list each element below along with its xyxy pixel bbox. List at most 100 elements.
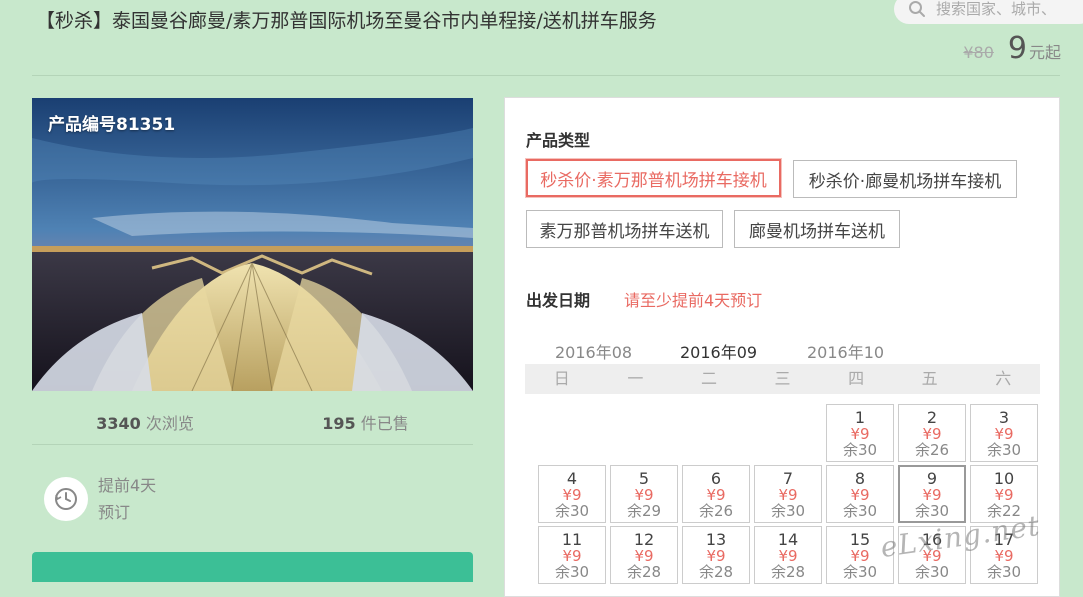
weekday-mon: 一	[627, 369, 644, 388]
day-remaining: 余30	[770, 502, 806, 520]
calendar-day[interactable]: 13 ¥9 余28	[682, 526, 750, 584]
price-unit: 元起	[1028, 43, 1061, 62]
advance-booking-label: 预订	[98, 503, 131, 522]
advance-days: 提前4天	[98, 476, 157, 495]
calendar-day[interactable]: 5 ¥9 余29	[610, 465, 678, 523]
search-input[interactable]	[934, 0, 1083, 19]
day-number: 5	[638, 469, 650, 488]
day-remaining: 余29	[626, 502, 662, 520]
day-remaining: 余30	[986, 563, 1022, 581]
stats-divider	[32, 444, 473, 445]
calendar-day[interactable]: 3 ¥9 余30	[970, 404, 1038, 462]
day-remaining: 余30	[914, 502, 950, 520]
calendar-day[interactable]: 14 ¥9 余28	[754, 526, 822, 584]
views-label: 次浏览	[145, 414, 194, 433]
day-remaining: 余30	[986, 441, 1022, 459]
day-number: 10	[993, 469, 1015, 488]
day-price: ¥9	[706, 547, 726, 565]
day-number: 13	[705, 530, 727, 549]
day-number: 3	[998, 408, 1010, 427]
type-option-suvarnabhumi-pickup[interactable]: 秒杀价·素万那普机场拼车接机	[526, 159, 781, 197]
sale-price: 9 元起	[1008, 31, 1061, 66]
calendar-day[interactable]: 7 ¥9 余30	[754, 465, 822, 523]
day-number: 11	[561, 530, 583, 549]
weekday-sun: 日	[553, 369, 570, 388]
day-price: ¥9	[922, 425, 942, 443]
day-number: 12	[633, 530, 655, 549]
calendar-day[interactable]: 11 ¥9 余30	[538, 526, 606, 584]
month-tab-2016-10[interactable]: 2016年10	[807, 339, 884, 367]
product-stats: 3340 次浏览 195 件已售	[32, 410, 473, 434]
weekday-header: 日 一 二 三 四 五 六	[525, 364, 1040, 394]
day-number: 9	[926, 469, 938, 488]
advance-booking-note: 提前4天 预订	[44, 472, 156, 526]
day-price: ¥9	[778, 547, 798, 565]
day-price: ¥9	[778, 486, 798, 504]
day-price: ¥9	[634, 547, 654, 565]
day-price: ¥9	[562, 486, 582, 504]
day-price: ¥9	[706, 486, 726, 504]
day-price: ¥9	[994, 486, 1014, 504]
search-icon	[909, 1, 925, 17]
calendar-day-highlighted[interactable]: 9 ¥9 余30	[898, 465, 966, 523]
day-number: 1	[854, 408, 866, 427]
sold-label: 件已售	[360, 414, 409, 433]
weekday-fri: 五	[921, 369, 938, 388]
airport-photo-illustration	[32, 98, 473, 391]
day-price: ¥9	[634, 486, 654, 504]
weekday-sat: 六	[995, 369, 1012, 388]
day-number: 7	[782, 469, 794, 488]
clock-icon	[55, 488, 77, 510]
day-remaining: 余26	[914, 441, 950, 459]
calendar-day[interactable]: 8 ¥9 余30	[826, 465, 894, 523]
advance-booking-hint: 请至少提前4天预订	[624, 291, 763, 310]
day-price: ¥9	[850, 486, 870, 504]
price-row: ¥80 9 元起	[963, 31, 1061, 66]
day-remaining: 余30	[842, 441, 878, 459]
calendar-day[interactable]: 12 ¥9 余28	[610, 526, 678, 584]
type-option-donmueang-pickup[interactable]: 秒杀价·廊曼机场拼车接机	[793, 160, 1017, 198]
day-number: 14	[777, 530, 799, 549]
day-price: ¥9	[850, 425, 870, 443]
day-price: ¥9	[994, 425, 1014, 443]
calendar-day[interactable]: 1 ¥9 余30	[826, 404, 894, 462]
calendar-day[interactable]: 4 ¥9 余30	[538, 465, 606, 523]
day-remaining: 余30	[842, 502, 878, 520]
type-option-donmueang-dropoff[interactable]: 廊曼机场拼车送机	[734, 210, 900, 248]
day-remaining: 余26	[698, 502, 734, 520]
original-price: ¥80	[963, 43, 994, 62]
day-price: ¥9	[994, 547, 1014, 565]
sold-count: 195	[322, 414, 356, 433]
views-count: 3340	[96, 414, 141, 433]
product-code: 产品编号81351	[48, 115, 176, 135]
header-divider	[32, 75, 1060, 76]
day-price: ¥9	[562, 547, 582, 565]
month-tab-2016-08[interactable]: 2016年08	[555, 339, 632, 367]
calendar-day[interactable]: 6 ¥9 余26	[682, 465, 750, 523]
weekday-wed: 三	[774, 369, 791, 388]
product-photo: 产品编号81351	[32, 98, 473, 391]
day-remaining: 余28	[698, 563, 734, 581]
day-number: 6	[710, 469, 722, 488]
views-stat: 3340 次浏览	[96, 410, 194, 434]
sold-stat: 195 件已售	[322, 410, 409, 434]
type-option-suvarnabhumi-dropoff[interactable]: 素万那普机场拼车送机	[526, 210, 723, 248]
search-box[interactable]	[894, 0, 1083, 24]
day-number: 2	[926, 408, 938, 427]
departure-date-label: 出发日期	[526, 291, 591, 310]
day-price: ¥9	[922, 486, 942, 504]
book-button[interactable]	[32, 552, 473, 582]
calendar-day[interactable]: 2 ¥9 余26	[898, 404, 966, 462]
sale-price-value: 9	[1007, 31, 1027, 66]
day-remaining: 余30	[554, 563, 590, 581]
product-title: 【秒杀】泰国曼谷廊曼/素万那普国际机场至曼谷市内单程接/送机拼车服务	[36, 10, 657, 32]
product-type-label: 产品类型	[526, 131, 591, 150]
day-remaining: 余30	[554, 502, 590, 520]
day-remaining: 余30	[842, 563, 878, 581]
day-remaining: 余30	[914, 563, 950, 581]
day-number: 4	[566, 469, 578, 488]
day-remaining: 余28	[770, 563, 806, 581]
day-number: 8	[854, 469, 866, 488]
weekday-thu: 四	[848, 369, 865, 388]
clock-icon-badge	[44, 477, 88, 521]
